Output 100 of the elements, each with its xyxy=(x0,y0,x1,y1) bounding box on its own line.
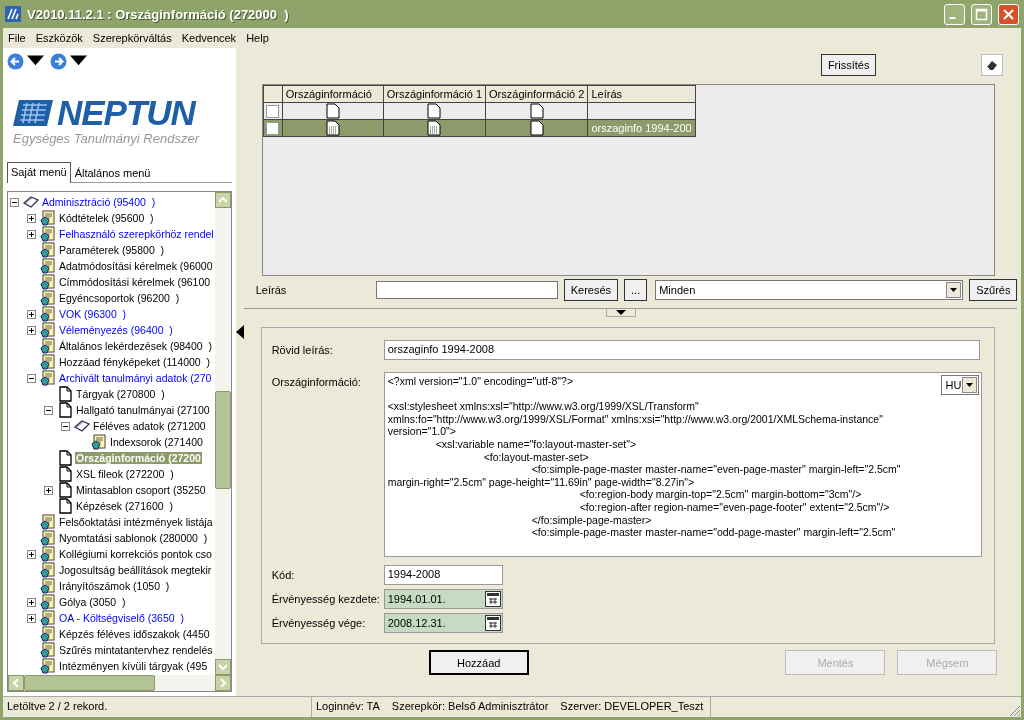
text-field[interactable]: 1994-2008 xyxy=(383,565,503,585)
tree-item[interactable]: Képzés féléves időszakok (4450 xyxy=(58,628,211,640)
expand-icon[interactable] xyxy=(27,213,36,223)
horizontal-scrollbar[interactable] xyxy=(8,675,231,691)
tree-item[interactable]: Kollégiumi korrekciós pontok cso xyxy=(58,548,213,560)
tree-item[interactable]: Címmódosítási kérelmek (96100 xyxy=(58,276,212,288)
row-checkbox[interactable] xyxy=(265,121,279,135)
up-chevron-icon xyxy=(218,196,227,204)
tree-item[interactable]: Egyéncsoportok (96200 ) xyxy=(58,292,181,304)
xml-text-field[interactable]: <?xml version="1.0" encoding="utf-8"?> <xsl:stylesheet xmlns:xsl="http://www.w3.org/1999/XSL/Transform" xmlns:fo="http://www.w3.org/1999/XSL/Format" xmlns:xsi="http://www.w3.org/2001/XMLSchema-instance" version="1.0"> <xsl:variable name="fo:layout-master-set"> <fo:layout-master-set> <fo:simple-page-master master-name="even-page-master" margin-left="2.5cm" margin-right="2.5cm" page-height="11.69in" page-width="8.27in"> <fo:region-body margin-top="2.5cm" margin-bottom="3cm"/> <fo:region-after region-name="even-page-footer" extent="2.5cm"/> </fo:simple-page-master> <fo:simple-page-master master-name="odd-page-master" margin-left="2.5cm" xyxy=(384,373,942,556)
tree-item[interactable]: Adatmódosítási kérelmek (96000 xyxy=(58,260,214,272)
tree-item[interactable]: Felsőoktatási intézmények listája xyxy=(58,516,214,528)
language-dropdown[interactable]: HU xyxy=(941,375,980,395)
column-header[interactable]: Országinformáció xyxy=(282,85,384,103)
tree-item[interactable]: Gólya (3050 ) xyxy=(58,596,127,608)
blank-document-icon[interactable] xyxy=(529,103,544,119)
refresh-button[interactable]: Frissítés xyxy=(820,54,877,76)
caret-icon xyxy=(950,288,958,292)
date-field[interactable]: 1994.01.01. xyxy=(383,589,503,609)
text-document-icon[interactable] xyxy=(427,120,442,136)
form-icon xyxy=(40,226,56,242)
tree-item[interactable]: Féléves adatok (271200 xyxy=(92,420,207,432)
tree-item[interactable]: OA - Költségviselő (3650 ) xyxy=(58,612,185,624)
tree-item[interactable]: Archivált tanulmányi adatok (270 xyxy=(58,372,213,384)
row-checkbox[interactable] xyxy=(265,104,279,118)
form-icon xyxy=(40,242,56,258)
tree-item[interactable]: Irányítószámok (1050 ) xyxy=(58,580,171,592)
resize-grip-icon[interactable] xyxy=(1007,703,1021,717)
menu-tab[interactable]: Saját menü xyxy=(7,162,71,183)
blank-document-icon[interactable] xyxy=(325,103,340,119)
blank-document-icon[interactable] xyxy=(427,103,442,119)
text-field[interactable]: orszaginfo 1994-2008 xyxy=(383,340,981,360)
scroll-right-button[interactable] xyxy=(214,675,231,691)
status-text: Szerepkör: Belső Adminisztrátor xyxy=(391,700,549,714)
scroll-left-button[interactable] xyxy=(8,675,24,691)
vertical-scrollbar[interactable] xyxy=(214,192,231,675)
text-document-icon[interactable] xyxy=(325,120,340,136)
expand-icon[interactable] xyxy=(27,613,36,623)
tree-item[interactable]: XSL fileok (272200 ) xyxy=(75,468,175,480)
expand-icon[interactable] xyxy=(27,229,36,239)
menu-item[interactable]: Help xyxy=(241,32,274,44)
expand-icon[interactable] xyxy=(44,485,53,495)
column-header[interactable]: Leírás xyxy=(587,85,696,103)
scroll-thumb[interactable] xyxy=(24,675,155,691)
tree-item[interactable]: Tárgyak (270800 ) xyxy=(75,388,166,400)
page-icon xyxy=(57,402,73,418)
expand-icon[interactable] xyxy=(27,597,36,607)
tree-item[interactable]: VOK (96300 ) xyxy=(58,308,128,320)
search-button[interactable]: Keresés xyxy=(563,279,619,301)
blank-document-icon[interactable] xyxy=(529,120,544,136)
close-button[interactable] xyxy=(998,3,1019,25)
action-button[interactable]: Hozzáad xyxy=(428,650,529,675)
left-chevron-icon xyxy=(12,679,20,687)
collapse-icon[interactable] xyxy=(27,373,36,383)
date-field[interactable]: 2008.12.31. xyxy=(383,613,503,633)
menu-item[interactable]: Szerepkörváltás xyxy=(87,32,177,44)
collapse-icon[interactable] xyxy=(61,421,70,431)
tree-item[interactable]: Intézményen kívüli tárgyak (495 xyxy=(58,660,209,672)
tree-item[interactable]: Nyomtatási sablonok (280000 ) xyxy=(58,532,209,544)
tree-item[interactable]: Általános lekérdezések (98400 ) xyxy=(58,340,213,352)
tree-item[interactable]: Véleményezés (96400 ) xyxy=(58,324,174,336)
scroll-down-button[interactable] xyxy=(214,659,231,675)
tree-item[interactable]: Felhasználó szerepkörhöz rendel xyxy=(58,228,215,240)
column-header[interactable]: Országinformáció 1 xyxy=(383,85,486,103)
field-label: Rövid leírás: xyxy=(271,343,334,356)
calendar-icon[interactable] xyxy=(484,615,501,631)
tree-item[interactable]: Jogosultság beállítások megtekir xyxy=(58,564,213,576)
menu-item[interactable]: Eszközök xyxy=(30,32,88,44)
scroll-up-button[interactable] xyxy=(214,192,231,208)
collapse-icon[interactable] xyxy=(44,405,53,415)
eraser-button[interactable] xyxy=(981,54,1004,76)
menu-tab[interactable]: Általános menü xyxy=(70,163,155,182)
filter-input-field[interactable] xyxy=(375,281,558,299)
tree-item[interactable]: Indexsorok (271400 xyxy=(109,436,204,448)
form-icon xyxy=(40,514,56,530)
filter-button[interactable]: Szűrés xyxy=(969,279,1018,301)
collapse-button[interactable] xyxy=(605,309,636,317)
column-header[interactable]: Országinformáció 2 xyxy=(485,85,588,103)
tree-item[interactable]: Szűrés mintatantervhez rendelés xyxy=(58,644,214,656)
tree-item[interactable]: Hallgató tanulmányai (27100 xyxy=(75,404,211,416)
form-icon xyxy=(40,338,56,354)
maximize-button[interactable] xyxy=(971,3,992,25)
expand-icon[interactable] xyxy=(27,325,36,335)
tree-item[interactable]: Paraméterek (95800 ) xyxy=(58,244,166,256)
tree-item[interactable]: Adminisztráció (95400 ) xyxy=(41,196,157,208)
expand-icon[interactable] xyxy=(27,309,36,319)
menu-item[interactable]: Kedvencek xyxy=(176,32,242,44)
more-button[interactable]: ... xyxy=(624,279,648,301)
menu-item[interactable]: File xyxy=(3,32,31,44)
maximize-icon xyxy=(975,7,988,21)
scope-dropdown[interactable]: Minden xyxy=(655,280,964,300)
tree-item[interactable]: Kódtételek (95600 ) xyxy=(58,212,155,224)
calendar-icon[interactable] xyxy=(484,591,501,607)
minimize-button[interactable] xyxy=(944,3,965,25)
collapse-icon[interactable] xyxy=(10,197,19,207)
tree-item[interactable]: Képzések (271600 ) xyxy=(75,500,174,512)
tree-item[interactable]: Mintasablon csoport (35250 xyxy=(75,484,207,496)
scroll-thumb[interactable] xyxy=(214,391,231,489)
tree-item[interactable]: Hozzáad fényképeket (114000 ) xyxy=(58,356,211,368)
expand-icon[interactable] xyxy=(27,549,36,559)
